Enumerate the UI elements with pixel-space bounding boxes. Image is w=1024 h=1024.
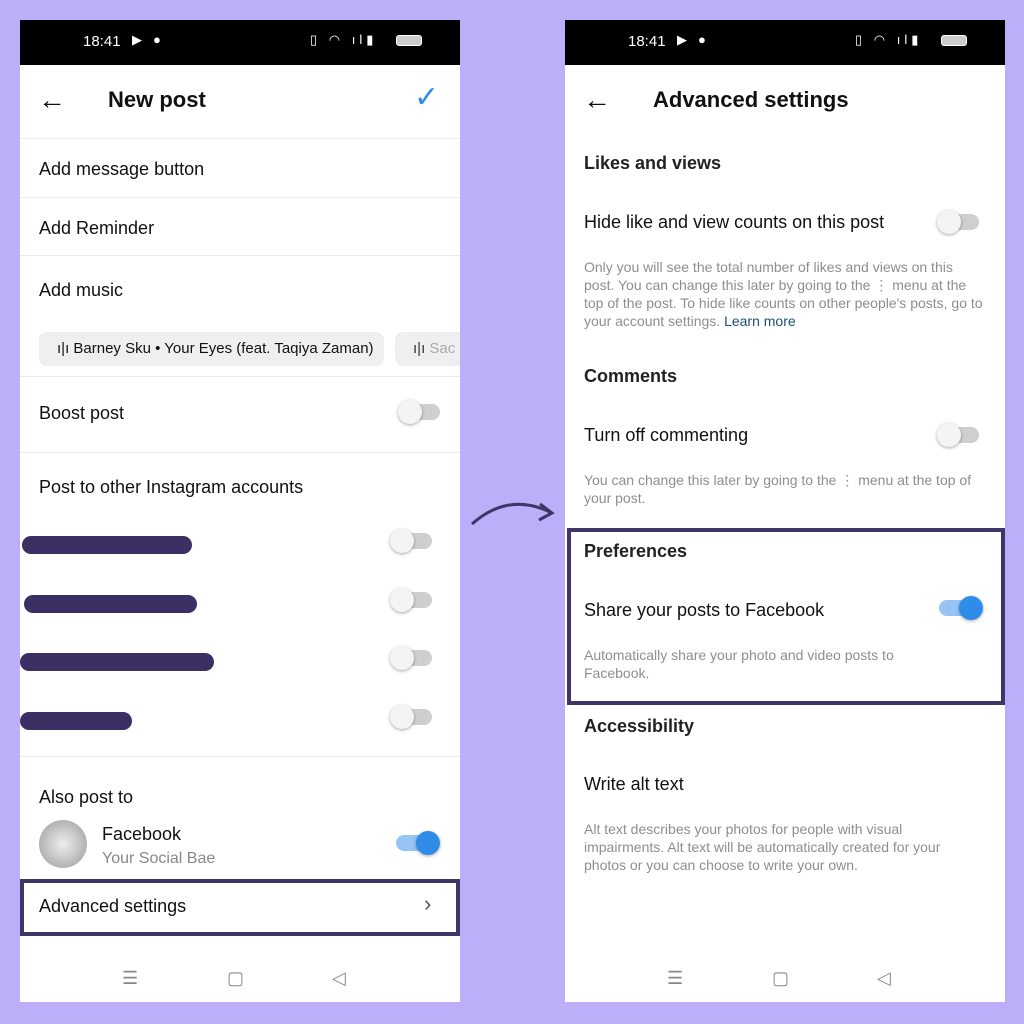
facebook-label: Facebook [102, 824, 182, 844]
page-title: Advanced settings [653, 87, 849, 112]
music-chip-label: Sac [429, 340, 456, 357]
menu-icon[interactable]: ☰ [667, 968, 683, 989]
account-toggle[interactable] [390, 646, 432, 670]
signal-icons: ▯ ◠ ıl▮ [310, 32, 378, 47]
share-facebook-description: Automatically share your photo and video… [584, 647, 894, 681]
turn-off-commenting-label: Turn off commenting [584, 425, 749, 445]
write-alt-text-item[interactable]: Write alt text [584, 774, 684, 795]
arrow-icon [471, 502, 555, 526]
account-name: Your Social Bae [102, 850, 216, 867]
chevron-right-icon: › [424, 891, 432, 916]
add-message-button-item[interactable]: Add message button [39, 159, 204, 180]
commenting-description: You can change this later by going to th… [584, 472, 972, 506]
advanced-settings-label: Advanced settings [39, 896, 187, 916]
advanced-settings-item[interactable]: Advanced settings › [20, 879, 460, 936]
clock: 18:41 [83, 33, 121, 50]
share-facebook-label: Share your posts to Facebook [584, 600, 825, 620]
menu-icon[interactable]: ☰ [122, 968, 138, 989]
app-icon: ● [153, 32, 161, 47]
back-arrow-icon[interactable]: ← [38, 84, 66, 116]
hide-likes-toggle[interactable] [937, 210, 979, 234]
home-icon[interactable]: ▢ [227, 968, 244, 989]
section-heading: Preferences [584, 541, 688, 561]
account-toggle[interactable] [390, 529, 432, 553]
turn-off-commenting-toggle[interactable] [937, 423, 979, 447]
checkmark-icon[interactable]: ✓ [414, 80, 439, 115]
music-chip[interactable]: ı|ı Sac [395, 332, 460, 366]
add-music-item[interactable]: Add music [39, 280, 123, 301]
section-heading: Comments [584, 366, 678, 386]
redacted-account [20, 653, 214, 671]
youtube-icon: ▶ [677, 32, 687, 47]
page-title: New post [108, 87, 206, 112]
section-heading: Accessibility [584, 716, 695, 736]
redacted-account [22, 536, 192, 554]
redacted-account [20, 712, 132, 730]
share-facebook-toggle[interactable] [939, 596, 983, 620]
add-reminder-item[interactable]: Add Reminder [39, 218, 154, 239]
boost-post-toggle[interactable] [398, 400, 440, 424]
music-chip[interactable]: ı|ı Barney Sku • Your Eyes (feat. Taqiya… [39, 332, 384, 366]
hide-likes-description: Only you will see the total number of li… [584, 259, 983, 329]
facebook-toggle[interactable] [396, 831, 440, 855]
back-icon[interactable]: ◁ [877, 968, 891, 989]
music-chip-label: Barney Sku • Your Eyes (feat. Taqiya Zam… [73, 340, 374, 357]
music-bars-icon: ı|ı [413, 340, 430, 357]
youtube-icon: ▶ [132, 32, 142, 47]
home-icon[interactable]: ▢ [772, 968, 789, 989]
status-bar: 18:41 ▶ ● ▯ ◠ ıl▮ [565, 20, 1005, 65]
back-icon[interactable]: ◁ [332, 968, 346, 989]
section-heading: Likes and views [584, 153, 722, 173]
account-toggle[interactable] [390, 705, 432, 729]
alt-text-description: Alt text describes your photos for peopl… [584, 821, 941, 873]
battery-icon [941, 35, 967, 46]
app-icon: ● [698, 32, 706, 47]
clock: 18:41 [628, 33, 666, 50]
avatar [39, 820, 87, 868]
learn-more-link[interactable]: Learn more [724, 313, 796, 329]
signal-icons: ▯ ◠ ıl▮ [855, 32, 923, 47]
redacted-account [24, 595, 197, 613]
boost-post-label: Boost post [39, 403, 125, 423]
back-arrow-icon[interactable]: ← [583, 84, 611, 116]
account-toggle[interactable] [390, 588, 432, 612]
other-accounts-label: Post to other Instagram accounts [39, 477, 304, 497]
also-post-label: Also post to [39, 787, 134, 807]
status-bar: 18:41 ▶ ● ▯ ◠ ıl▮ [20, 20, 460, 65]
battery-icon [396, 35, 422, 46]
new-post-screen: 18:41 ▶ ● ▯ ◠ ıl▮ ← New post ✓ Add messa… [20, 20, 460, 1002]
music-bars-icon: ı|ı [57, 340, 74, 357]
advanced-settings-screen: 18:41 ▶ ● ▯ ◠ ıl▮ ← Advanced settings Li… [565, 20, 1005, 1002]
hide-likes-label: Hide like and view counts on this post [584, 212, 885, 232]
